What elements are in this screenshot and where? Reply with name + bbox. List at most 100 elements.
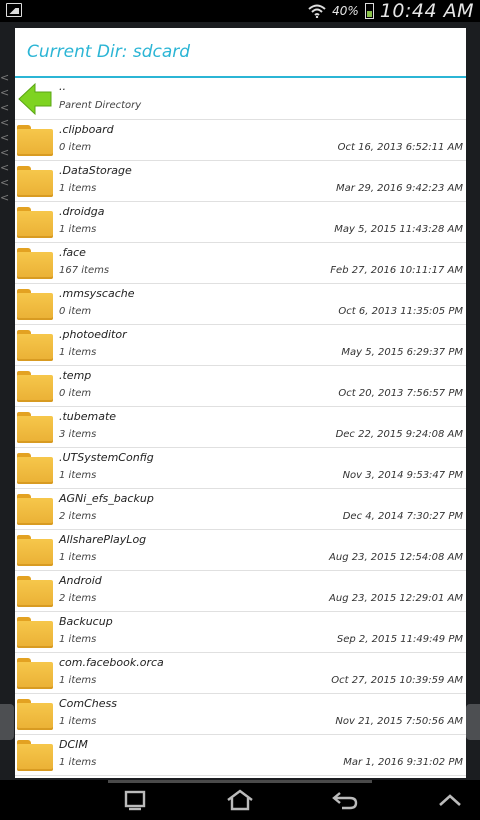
modified-date: Dec 4, 2014 7:30:27 PM [342,511,463,522]
folder-name: com.facebook.orca [59,656,164,669]
chevron-up-icon[interactable] [435,788,465,812]
folder-name: Backucup [59,615,113,628]
file-row[interactable]: ComChess 1 items Nov 21, 2015 7:50:56 AM [15,694,466,735]
modified-date: May 5, 2015 11:43:28 AM [334,224,463,235]
folder-icon [17,494,53,525]
battery-percent: 40% [332,4,359,18]
folder-name: .temp [59,369,92,382]
folder-icon [17,248,53,279]
modified-date: Dec 22, 2015 9:24:08 AM [335,429,463,440]
file-row[interactable]: .UTSystemConfig 1 items Nov 3, 2014 9:53:4… [15,448,466,489]
file-row[interactable]: .tubemate 3 items Dec 22, 2015 9:24:08 AM [15,407,466,448]
folder-name: .UTSystemConfig [59,451,154,464]
gallery-notification-icon [6,3,22,17]
file-row[interactable]: AGNi_efs_backup 2 items Dec 4, 2014 7:30:2… [15,489,466,530]
file-row[interactable]: .droidga 1 items May 5, 2015 11:43:28 AM [15,202,466,243]
file-row[interactable]: Android 2 items Aug 23, 2015 12:29:01 AM [15,571,466,612]
modified-date: May 5, 2015 6:29:37 PM [341,347,463,358]
background-right-button [466,704,480,740]
folder-icon [17,371,53,402]
file-row[interactable]: .DataStorage 1 items Mar 29, 2016 9:42:23 … [15,161,466,202]
file-row[interactable]: com.facebook.orca 1 items Oct 27, 2015 10:… [15,653,466,694]
item-count: 167 items [59,265,110,276]
modified-date: Oct 20, 2013 7:56:57 PM [338,388,463,399]
background-code-fragment: < < < < < < < < < [0,71,10,204]
clock: 10:44 AM [379,0,474,22]
item-count: 3 items [59,429,97,440]
file-row[interactable]: Backucup 1 items Sep 2, 2015 11:49:49 PM [15,612,466,653]
file-chooser-dialog: Current Dir: sdcard .. Parent Directory … [15,28,466,778]
file-row[interactable]: .temp 0 item Oct 20, 2013 7:56:57 PM [15,366,466,407]
item-count: 1 items [59,347,97,358]
item-count: 1 items [59,183,97,194]
folder-name: ComChess [59,697,118,710]
modified-date: Sep 2, 2015 11:49:49 PM [336,634,463,645]
folder-name: .DataStorage [59,164,132,177]
item-count: 1 items [59,552,97,563]
folder-name: .face [59,246,86,259]
back-icon[interactable] [330,788,360,812]
file-row[interactable]: DCIM 1 items Mar 1, 2016 9:31:02 PM [15,735,466,776]
item-count: 1 items [59,716,97,727]
modified-date: Nov 3, 2014 9:53:47 PM [342,470,463,481]
folder-name: AGNi_efs_backup [59,492,154,505]
parent-directory-row[interactable]: .. Parent Directory [15,78,466,120]
wifi-icon [308,4,326,18]
folder-icon [17,699,53,730]
item-count: 1 items [59,675,97,686]
file-list[interactable]: .. Parent Directory .clipboard 0 item Oct … [15,78,466,778]
folder-icon [17,453,53,484]
status-bar: 40% 10:44 AM [0,0,480,22]
file-row[interactable]: AllsharePlayLog 1 items Aug 23, 2015 12:54… [15,530,466,571]
modified-date: Oct 6, 2013 11:35:05 PM [338,306,463,317]
back-arrow-icon [18,82,52,116]
folder-icon [17,576,53,607]
folder-name: DCIM [59,738,88,751]
folder-icon [17,125,53,156]
item-count: 2 items [59,511,97,522]
item-count: 1 items [59,757,97,768]
navigation-bar [0,780,480,820]
parent-dots: .. [59,80,66,93]
folder-icon [17,617,53,648]
item-count: 0 item [59,306,92,317]
folder-icon [17,166,53,197]
battery-icon [364,3,374,19]
folder-icon [17,412,53,443]
file-row[interactable]: .clipboard 0 item Oct 16, 2013 6:52:11 AM [15,120,466,161]
folder-name: .droidga [59,205,105,218]
folder-name: .tubemate [59,410,117,423]
modified-date: Feb 27, 2016 10:11:17 AM [330,265,463,276]
home-icon[interactable] [225,788,255,812]
modified-date: Mar 1, 2016 9:31:02 PM [343,757,463,768]
file-row[interactable]: .photoeditor 1 items May 5, 2015 6:29:37 P… [15,325,466,366]
modified-date: Aug 23, 2015 12:29:01 AM [329,593,463,604]
item-count: 2 items [59,593,97,604]
item-count: 0 item [59,142,92,153]
folder-name: Android [59,574,102,587]
folder-icon [17,658,53,689]
folder-name: AllsharePlayLog [59,533,147,546]
item-count: 1 items [59,224,97,235]
folder-icon [17,535,53,566]
background-left-button [0,704,14,740]
item-count: 1 items [59,470,97,481]
item-count: 0 item [59,388,92,399]
recent-apps-icon[interactable] [120,788,150,812]
parent-directory-label: Parent Directory [59,100,142,111]
folder-icon [17,330,53,361]
folder-name: .clipboard [59,123,114,136]
folder-icon [17,289,53,320]
folder-icon [17,740,53,771]
modified-date: Oct 16, 2013 6:52:11 AM [337,142,463,153]
file-row[interactable]: .face 167 items Feb 27, 2016 10:11:17 AM [15,243,466,284]
modified-date: Oct 27, 2015 10:39:59 AM [331,675,463,686]
dialog-title: Current Dir: sdcard [15,28,466,78]
folder-icon [17,207,53,238]
modified-date: Nov 21, 2015 7:50:56 AM [335,716,463,727]
modified-date: Aug 23, 2015 12:54:08 AM [329,552,463,563]
folder-name: .photoeditor [59,328,127,341]
item-count: 1 items [59,634,97,645]
modified-date: Mar 29, 2016 9:42:23 AM [336,183,463,194]
file-row[interactable]: .mmsyscache 0 item Oct 6, 2013 11:35:05 PM [15,284,466,325]
